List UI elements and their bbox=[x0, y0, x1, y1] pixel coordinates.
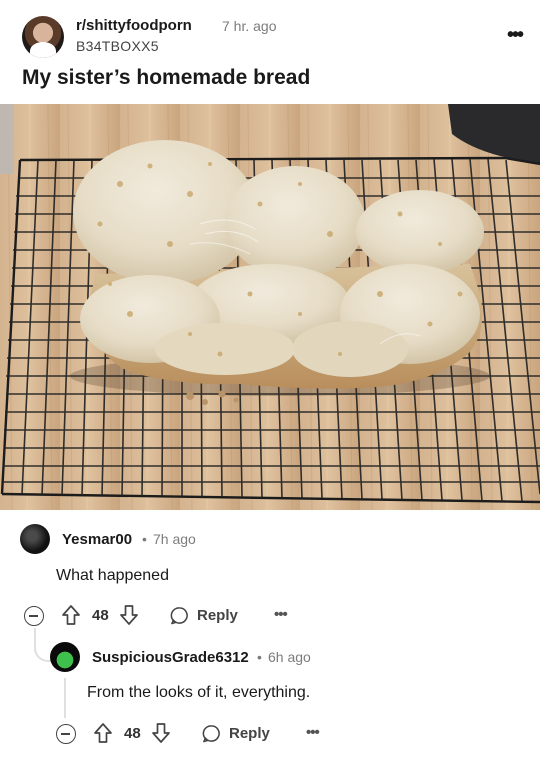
comment-actions: 48 Reply ••• bbox=[56, 722, 536, 750]
commenter-avatar[interactable] bbox=[20, 524, 50, 554]
more-options-icon[interactable]: ••• bbox=[274, 606, 288, 623]
post-image[interactable] bbox=[0, 104, 540, 510]
comment: Yesmar00 • 7h ago What happened 48 Reply… bbox=[0, 520, 540, 640]
commenter-avatar[interactable] bbox=[50, 642, 80, 672]
post-header: r/shittyfoodporn 7 hr. ago B34TBOXX5 ••• bbox=[22, 14, 524, 60]
kebab-icon[interactable]: ••• bbox=[507, 24, 524, 47]
meta-separator: • bbox=[257, 649, 262, 665]
subreddit-link[interactable]: r/shittyfoodporn bbox=[76, 17, 192, 34]
thread-line bbox=[64, 678, 66, 718]
post-author[interactable]: B34TBOXX5 bbox=[76, 38, 159, 54]
post-time: 7 hr. ago bbox=[222, 18, 277, 34]
reply-button[interactable]: Reply bbox=[202, 723, 282, 745]
vote-score: 48 bbox=[124, 725, 141, 742]
collapse-icon[interactable] bbox=[56, 724, 76, 744]
upvote-icon[interactable] bbox=[62, 605, 80, 625]
subreddit-avatar[interactable] bbox=[22, 16, 64, 58]
comment-reply: SuspiciousGrade6312 • 6h ago From the lo… bbox=[0, 640, 540, 772]
comment-actions: 48 Reply ••• bbox=[24, 604, 524, 632]
comment-body: From the looks of it, everything. bbox=[87, 684, 311, 701]
reply-icon bbox=[170, 607, 188, 625]
post-title: My sister’s homemade bread bbox=[22, 66, 311, 89]
upvote-icon[interactable] bbox=[94, 723, 112, 743]
comment-author[interactable]: SuspiciousGrade6312 bbox=[92, 649, 249, 666]
comment-body: What happened bbox=[56, 567, 169, 584]
collapse-icon[interactable] bbox=[24, 606, 44, 626]
comment-author[interactable]: Yesmar00 bbox=[62, 531, 132, 548]
vote-score: 48 bbox=[92, 607, 109, 624]
reply-icon bbox=[202, 725, 220, 743]
comment-time: 7h ago bbox=[153, 531, 196, 547]
reply-button[interactable]: Reply bbox=[170, 605, 250, 627]
bread-photo bbox=[0, 104, 540, 510]
comment-time: 6h ago bbox=[268, 649, 311, 665]
reply-label: Reply bbox=[229, 725, 270, 742]
more-options-icon[interactable]: ••• bbox=[306, 724, 320, 741]
downvote-icon[interactable] bbox=[120, 605, 138, 625]
downvote-icon[interactable] bbox=[152, 723, 170, 743]
reply-label: Reply bbox=[197, 607, 238, 624]
meta-separator: • bbox=[142, 531, 147, 547]
